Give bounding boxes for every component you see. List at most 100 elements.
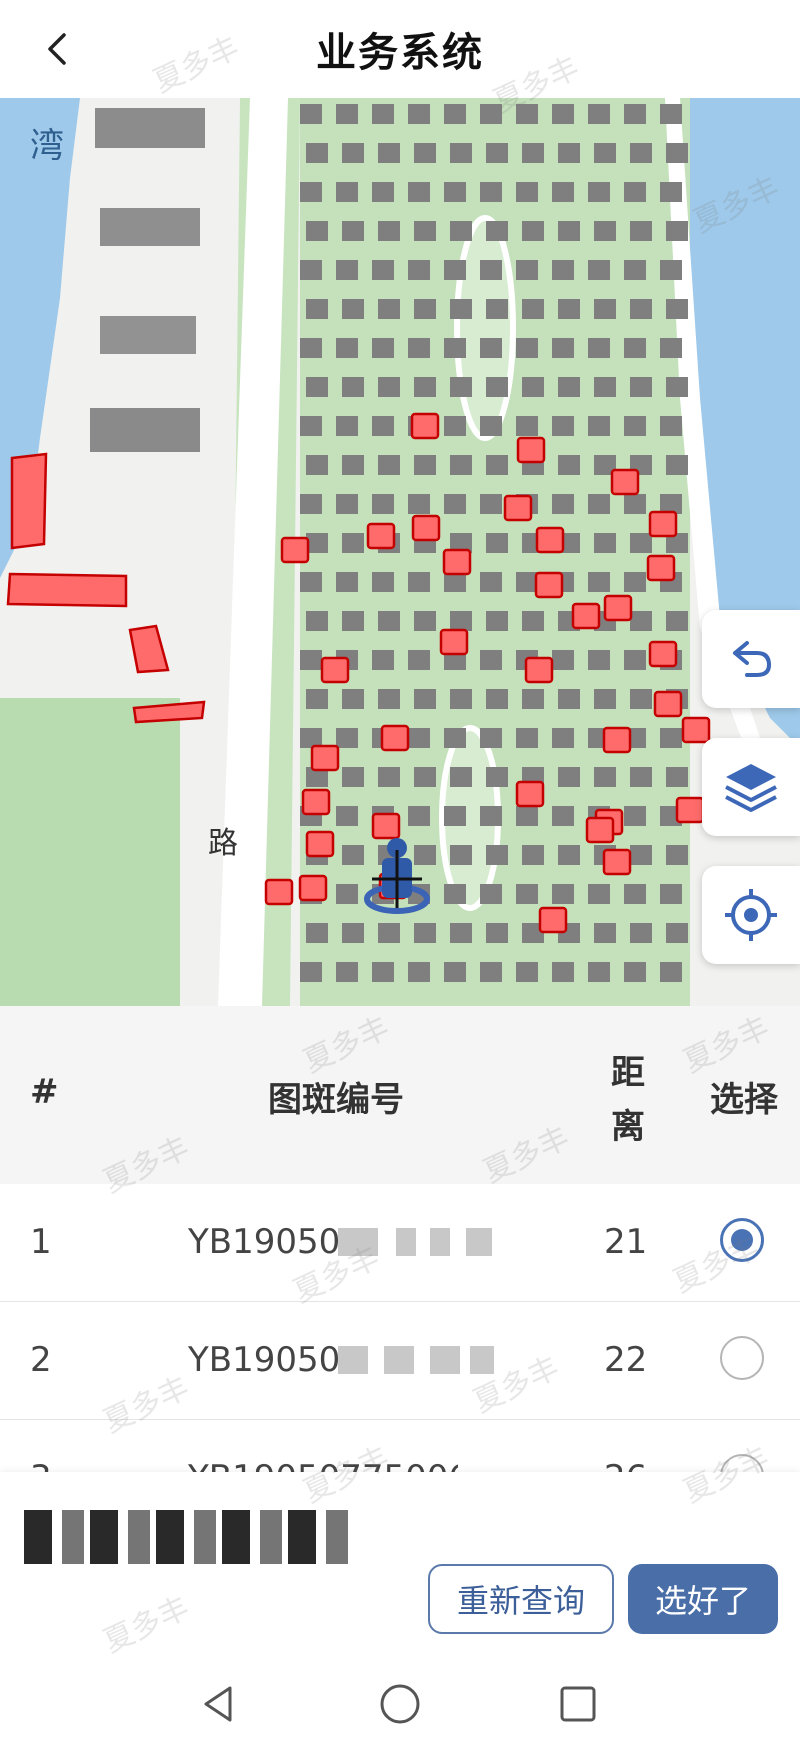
redacted-block (430, 1228, 450, 1256)
house-building (486, 845, 508, 865)
house-building (408, 572, 430, 592)
house-building (516, 962, 538, 982)
house-building (372, 572, 394, 592)
house-building (486, 767, 508, 787)
house-building (588, 338, 610, 358)
parcel-polygon (503, 494, 533, 522)
table-row[interactable]: 2 YB19050 22 (0, 1302, 800, 1420)
house-building (594, 533, 616, 553)
house-building (522, 689, 544, 709)
house-building (306, 923, 328, 943)
house-building (516, 104, 538, 124)
house-building (336, 260, 358, 280)
parcel-polygon (675, 796, 705, 824)
map-canvas[interactable] (0, 98, 800, 1006)
parcel-polygon (535, 526, 565, 554)
parcel-polygon (439, 628, 469, 656)
house-building (342, 767, 364, 787)
table-row[interactable]: 1 YB19050 21 (0, 1184, 800, 1302)
select-radio[interactable] (720, 1336, 764, 1380)
house-building (408, 650, 430, 670)
house-building (306, 299, 328, 319)
house-building (522, 845, 544, 865)
parcel-polygon (602, 848, 632, 876)
house-building (306, 533, 328, 553)
parcel-polygon (534, 571, 564, 599)
house-building (378, 455, 400, 475)
house-building (378, 923, 400, 943)
redacted-block (338, 1228, 378, 1256)
parcel-id: YB19050 (188, 1340, 341, 1380)
requery-button[interactable]: 重新查询 (428, 1564, 614, 1634)
row-number: 1 (30, 1222, 52, 1262)
house-building (486, 377, 508, 397)
redacted-block (470, 1346, 494, 1374)
house-building (594, 143, 616, 163)
redacted-block (466, 1228, 492, 1256)
house-building (588, 260, 610, 280)
house-building (414, 299, 436, 319)
house-building (306, 221, 328, 241)
system-home-button[interactable] (368, 1672, 432, 1736)
house-building (630, 143, 652, 163)
house-building (594, 299, 616, 319)
parcel-polygon (571, 602, 601, 630)
column-header-select: 选择 (710, 1080, 778, 1120)
house-building (372, 104, 394, 124)
house-building (624, 572, 646, 592)
parcel-polygon (411, 514, 441, 542)
house-building (450, 689, 472, 709)
house-building (552, 182, 574, 202)
parcel-polygon (310, 744, 340, 772)
confirm-selection-button[interactable]: 选好了 (628, 1564, 778, 1634)
house-building (480, 962, 502, 982)
house-building (660, 416, 682, 436)
map-view[interactable]: 湾 路 (0, 98, 800, 1006)
house-building (516, 182, 538, 202)
map-label-water: 湾 (30, 126, 64, 166)
house-building (444, 728, 466, 748)
house-building (552, 416, 574, 436)
house-building (666, 377, 688, 397)
parcel-polygon (264, 878, 294, 906)
select-radio-checked[interactable] (720, 1218, 764, 1262)
locate-button[interactable] (702, 866, 800, 964)
house-building (342, 923, 364, 943)
house-building (486, 689, 508, 709)
house-building (588, 182, 610, 202)
house-building (300, 494, 322, 514)
house-building (408, 104, 430, 124)
house-building (372, 260, 394, 280)
house-building (630, 767, 652, 787)
chevron-left-icon (48, 33, 66, 65)
house-building (516, 572, 538, 592)
house-building (522, 299, 544, 319)
undo-icon (733, 641, 771, 677)
house-building (630, 533, 652, 553)
parcel-polygon (585, 816, 615, 844)
house-building (588, 962, 610, 982)
house-building (594, 221, 616, 241)
house-building (660, 728, 682, 748)
result-table-body[interactable]: 1 YB19050 21 2 YB19050 22 3 YB1905077500… (0, 1184, 800, 1472)
house-building (408, 806, 430, 826)
house-building (558, 845, 580, 865)
house-building (480, 260, 502, 280)
house-building (588, 416, 610, 436)
layers-button[interactable] (702, 738, 800, 836)
house-building (450, 845, 472, 865)
undo-button[interactable] (702, 610, 800, 708)
select-radio[interactable] (720, 1454, 764, 1472)
parcel-polygon (366, 522, 396, 550)
table-row[interactable]: 3 YB19050775006/ 26 (0, 1420, 800, 1472)
back-button[interactable] (30, 22, 84, 76)
house-building (516, 884, 538, 904)
house-building (372, 416, 394, 436)
parcel-polygon (380, 724, 410, 752)
house-building (342, 143, 364, 163)
system-recents-button[interactable] (546, 1672, 610, 1736)
redacted-block (384, 1346, 414, 1374)
house-building (480, 338, 502, 358)
house-building (624, 650, 646, 670)
system-back-button[interactable] (186, 1672, 250, 1736)
